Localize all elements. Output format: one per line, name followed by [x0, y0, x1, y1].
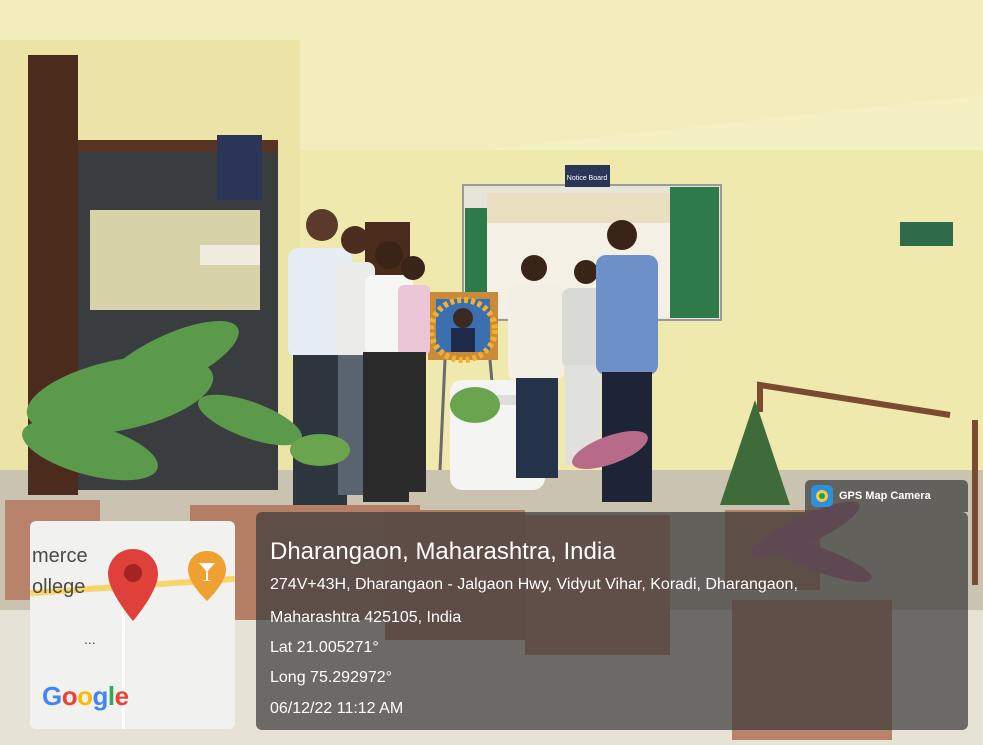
google-letter: o	[77, 681, 93, 711]
map-place-label: ollege	[32, 576, 86, 598]
address-line-1: 274V+43H, Dharangaon - Jalgaon Hwy, Vidy…	[270, 576, 798, 593]
ramp-sign	[900, 222, 953, 246]
map-pin-icon	[108, 549, 158, 621]
person-4	[398, 256, 430, 492]
bar-location-icon	[188, 551, 226, 601]
google-letter: G	[42, 681, 62, 711]
gps-camera-app-icon	[811, 485, 833, 507]
google-letter: e	[114, 681, 129, 711]
address-line-2: Maharashtra 425105, India	[270, 609, 462, 626]
map-place-label: ...	[84, 631, 96, 647]
google-logo: Google	[42, 681, 129, 712]
notice-board-sign-text: Notice Board	[567, 175, 608, 182]
google-letter: o	[61, 681, 78, 711]
person-5	[508, 255, 564, 478]
gps-camera-label: GPS Map Camera	[839, 490, 931, 502]
timestamp-text: 06/12/22 11:12 AM	[270, 700, 404, 717]
map-place-label: merce	[32, 545, 88, 567]
google-letter: l	[107, 681, 115, 711]
google-letter: g	[92, 681, 109, 711]
gps-camera-badge: GPS Map Camera	[805, 480, 968, 512]
photo-scene: Notice Board merce ollege ... Google GPS…	[0, 0, 983, 745]
latitude-text: Lat 21.005271°	[270, 639, 379, 656]
place-title: Dharangaon, Maharashtra, India	[270, 538, 616, 565]
wall-sign-left	[217, 135, 262, 200]
map-thumbnail: merce ollege ... Google	[30, 521, 235, 729]
longitude-text: Long 75.292972°	[270, 669, 393, 686]
